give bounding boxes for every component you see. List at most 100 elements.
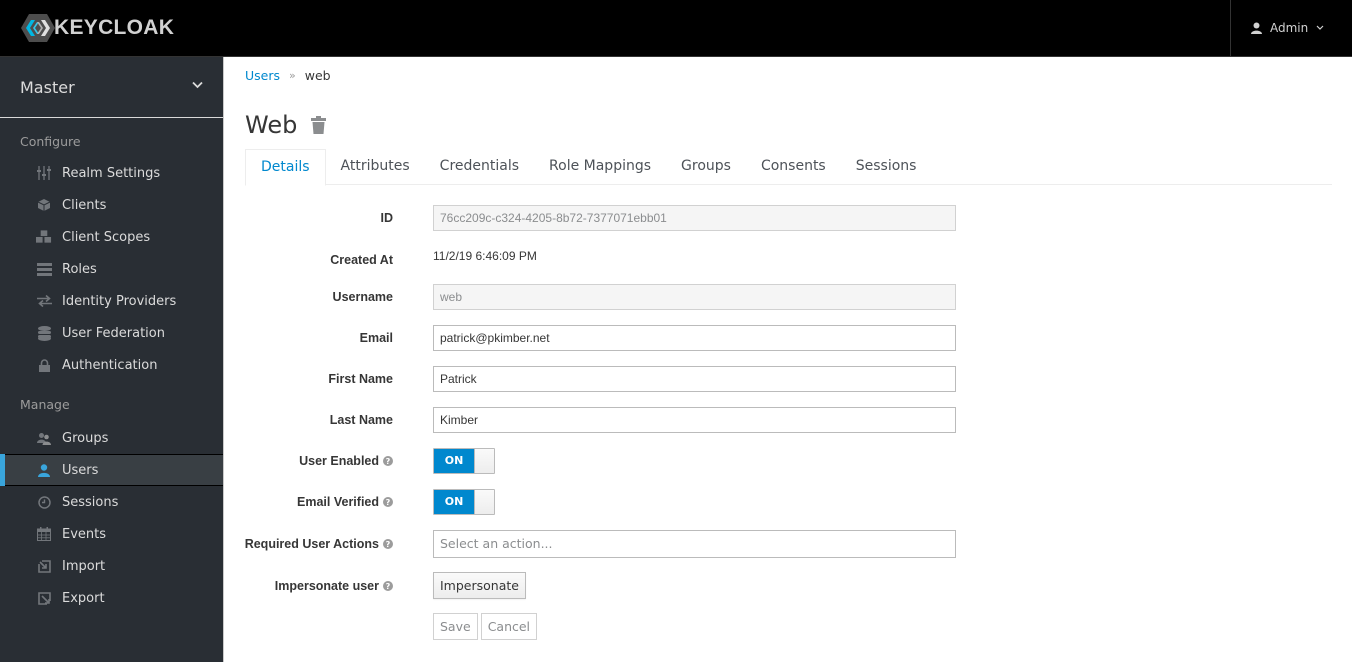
user-menu-dropdown[interactable]: Admin	[1230, 0, 1352, 56]
sidebar-item-authentication[interactable]: Authentication	[0, 349, 223, 381]
help-icon[interactable]: ?	[383, 455, 393, 466]
page-header: Web	[245, 111, 327, 139]
user-name: Admin	[1270, 21, 1309, 35]
id-label: ID	[225, 210, 394, 225]
email-label: Email	[225, 331, 393, 345]
realm-name: Master	[20, 77, 75, 97]
breadcrumb-current: web	[304, 68, 331, 83]
clock-icon	[36, 494, 52, 510]
form-row-required-actions: Required User Actions ? Select an action…	[225, 529, 985, 558]
toggle-on-label: ON	[434, 489, 474, 514]
email-verified-label-text: Email Verified	[297, 494, 379, 509]
save-button[interactable]: Save	[433, 613, 478, 640]
username-field[interactable]: web	[433, 283, 956, 310]
required-actions-label-text: Required User Actions	[244, 536, 379, 551]
email-field[interactable]: patrick@pkimber.net	[433, 324, 956, 351]
sidebar-item-label: Import	[62, 558, 106, 574]
keycloak-logo[interactable]: KEYCLOAK	[20, 13, 174, 43]
form-row-user-enabled: User Enabled ? ON	[225, 447, 985, 474]
form-row-first-name: First Name Patrick	[225, 365, 985, 392]
sidebar-item-label: Identity Providers	[62, 293, 177, 309]
toggle-knob	[474, 489, 494, 514]
sidebar-item-groups[interactable]: Groups	[0, 422, 223, 454]
help-icon[interactable]: ?	[383, 496, 393, 507]
tab-role-mappings[interactable]: Role Mappings	[534, 149, 666, 185]
form-buttons: Save Cancel	[433, 613, 538, 640]
toggle-knob	[474, 448, 494, 473]
sidebar-item-users[interactable]: Users	[0, 454, 223, 486]
brand-name: KEYCLOAK	[54, 16, 175, 39]
email-verified-toggle[interactable]: ON	[433, 488, 495, 515]
form-row-created-at: Created At 11/2/19 6:46:09 PM	[225, 246, 985, 270]
sidebar-item-client-scopes[interactable]: Client Scopes	[0, 221, 223, 253]
email-verified-label: Email Verified ?	[225, 495, 393, 509]
breadcrumb: Users » web	[245, 68, 331, 83]
trash-icon	[311, 116, 327, 134]
cancel-button[interactable]: Cancel	[480, 613, 538, 640]
cube-icon	[36, 197, 52, 213]
sidebar-item-label: Realm Settings	[62, 165, 161, 181]
sidebar-item-realm-settings[interactable]: Realm Settings	[0, 157, 223, 189]
page-title: Web	[245, 111, 298, 139]
help-icon[interactable]: ?	[383, 538, 393, 549]
impersonate-label-text: Impersonate user	[274, 578, 379, 593]
sidebar-item-clients[interactable]: Clients	[0, 189, 223, 221]
username-label: Username	[225, 290, 393, 304]
sidebar-item-identity-providers[interactable]: Identity Providers	[0, 285, 223, 317]
help-icon[interactable]: ?	[383, 580, 393, 591]
last-name-label: Last Name	[225, 413, 393, 427]
first-name-field[interactable]: Patrick	[433, 365, 956, 392]
sidebar-item-export[interactable]: Export	[0, 582, 223, 614]
sidebar-item-roles[interactable]: Roles	[0, 253, 223, 285]
form-actions: Save Cancel	[225, 613, 985, 640]
sidebar-item-label: Users	[62, 462, 99, 478]
first-name-label: First Name	[225, 372, 393, 386]
sidebar-item-label: Sessions	[62, 494, 119, 510]
sidebar-item-import[interactable]: Import	[0, 550, 223, 582]
created-at-label: Created At	[225, 253, 393, 267]
sidebar-item-label: Roles	[62, 261, 97, 277]
import-icon	[36, 558, 52, 574]
chevron-down-icon	[192, 81, 203, 89]
svg-text:?: ?	[386, 582, 391, 591]
toggle-on-label: ON	[434, 448, 474, 473]
form-row-id: ID 76cc209c-c324-4205-8b72-7377071ebb01	[225, 204, 985, 231]
form-row-last-name: Last Name Kimber	[225, 406, 985, 433]
exchange-icon	[36, 293, 52, 309]
impersonate-button[interactable]: Impersonate	[433, 572, 526, 599]
sidebar-item-label: Events	[62, 526, 107, 542]
sidebar-item-label: Clients	[62, 197, 107, 213]
last-name-label-text: Last Name	[329, 412, 393, 427]
sidebar-item-sessions[interactable]: Sessions	[0, 486, 223, 518]
svg-text:?: ?	[386, 498, 391, 507]
breadcrumb-separator: »	[289, 69, 296, 82]
sliders-icon	[36, 165, 52, 181]
tab-groups[interactable]: Groups	[666, 149, 746, 185]
form-row-impersonate: Impersonate user ? Impersonate	[225, 572, 985, 599]
tab-consents[interactable]: Consents	[746, 149, 841, 185]
tab-details[interactable]: Details	[245, 149, 326, 186]
lock-icon	[36, 357, 52, 373]
user-enabled-label: User Enabled ?	[225, 454, 393, 468]
id-field[interactable]: 76cc209c-c324-4205-8b72-7377071ebb01	[433, 204, 956, 231]
first-name-label-text: First Name	[328, 371, 393, 386]
sidebar-item-events[interactable]: Events	[0, 518, 223, 550]
last-name-field[interactable]: Kimber	[433, 406, 956, 433]
tab-attributes[interactable]: Attributes	[326, 149, 425, 185]
export-icon	[36, 590, 52, 606]
user-enabled-toggle[interactable]: ON	[433, 447, 495, 474]
sidebar-item-user-federation[interactable]: User Federation	[0, 317, 223, 349]
realm-selector[interactable]: Master	[0, 57, 223, 118]
sidebar-item-label: Groups	[62, 430, 109, 446]
user-icon	[36, 462, 52, 478]
required-actions-select[interactable]: Select an action...	[433, 529, 956, 558]
user-tabs: Details Attributes Credentials Role Mapp…	[245, 149, 1332, 186]
tab-sessions[interactable]: Sessions	[841, 149, 932, 185]
tab-credentials[interactable]: Credentials	[425, 149, 534, 185]
id-label-text: ID	[380, 210, 394, 225]
breadcrumb-users-link[interactable]: Users	[245, 68, 280, 83]
delete-user-button[interactable]	[311, 116, 327, 134]
user-icon	[1251, 22, 1262, 34]
form-row-username: Username web	[225, 283, 985, 310]
user-enabled-label-text: User Enabled	[299, 453, 379, 468]
